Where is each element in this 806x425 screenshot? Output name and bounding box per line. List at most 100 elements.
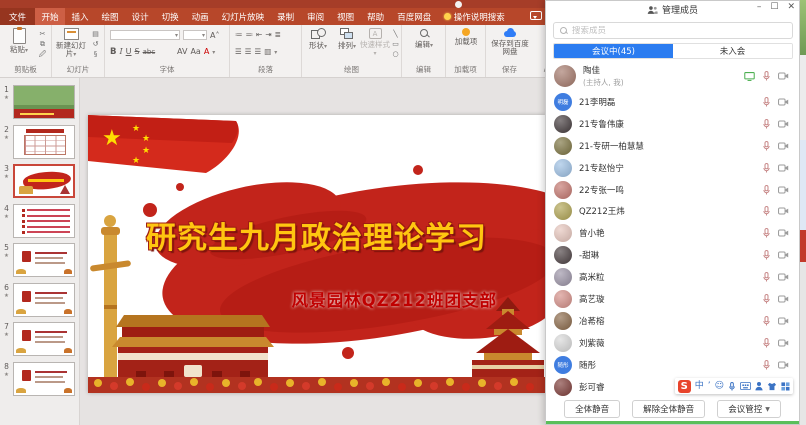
camera-off-icon[interactable] xyxy=(778,251,789,260)
comments-icon[interactable] xyxy=(530,11,542,20)
slide-subtitle[interactable]: 风景园林QZ212班团支部 xyxy=(292,287,497,311)
search-input[interactable] xyxy=(572,26,787,36)
tab-百度网盘[interactable]: 百度网盘 xyxy=(391,8,438,25)
camera-off-icon[interactable] xyxy=(778,163,789,172)
member-status-icons[interactable] xyxy=(762,359,789,370)
tab-审阅[interactable]: 审阅 xyxy=(301,8,331,25)
tab-视图[interactable]: 视图 xyxy=(331,8,361,25)
camera-off-icon[interactable] xyxy=(778,72,789,81)
member-status-icons[interactable] xyxy=(762,337,789,348)
tab-帮助[interactable]: 帮助 xyxy=(361,8,391,25)
slide-title[interactable]: 研究生九月政治理论学习 xyxy=(88,213,545,257)
mic-muted-icon[interactable] xyxy=(762,184,771,195)
close-button[interactable]: ✕ xyxy=(787,2,795,12)
unmute-all-button[interactable]: 解除全体静音 xyxy=(632,400,705,418)
member-list[interactable]: 陶佳(主持人, 我)明磊21李明磊21专鲁伟康21-专研一柏慧慧21专赵怡宁22… xyxy=(546,61,799,397)
member-row[interactable]: -甜琳 xyxy=(546,244,799,266)
mic-muted-icon[interactable] xyxy=(762,206,771,217)
editing-button[interactable]: 编辑▾ xyxy=(407,28,441,50)
voice-input-icon[interactable] xyxy=(728,381,736,392)
slide-thumbnail-7[interactable] xyxy=(13,322,75,356)
camera-off-icon[interactable] xyxy=(778,119,789,128)
font-btn-u[interactable]: U xyxy=(126,47,132,56)
member-row[interactable]: 刘紫薇 xyxy=(546,332,799,354)
screen-share-icon[interactable] xyxy=(744,71,755,81)
slide-thumbnail-6[interactable] xyxy=(13,283,75,317)
mic-muted-icon[interactable] xyxy=(762,71,771,82)
slide-thumbnail-5[interactable] xyxy=(13,243,75,277)
mic-muted-icon[interactable] xyxy=(762,162,771,173)
tab-设计[interactable]: 设计 xyxy=(125,8,155,25)
minimize-button[interactable]: – xyxy=(757,2,762,12)
camera-off-icon[interactable] xyxy=(778,338,789,347)
profile-icon[interactable] xyxy=(755,381,763,391)
member-row[interactable]: 陶佳(主持人, 我) xyxy=(546,61,799,91)
camera-off-icon[interactable] xyxy=(778,360,789,369)
camera-off-icon[interactable] xyxy=(778,273,789,282)
member-status-icons[interactable] xyxy=(762,118,789,129)
camera-off-icon[interactable] xyxy=(778,185,789,194)
tab-录制[interactable]: 录制 xyxy=(271,8,301,25)
member-status-icons[interactable] xyxy=(762,250,789,261)
section-icon[interactable]: § xyxy=(90,50,101,58)
font-btn-b[interactable]: B xyxy=(110,47,116,57)
font-style-buttons[interactable]: BIUSabc xyxy=(110,47,155,57)
member-row[interactable]: 高艺璇 xyxy=(546,288,799,310)
mic-muted-icon[interactable] xyxy=(762,250,771,261)
slide-thumbnail-1[interactable] xyxy=(13,85,75,119)
member-status-icons[interactable] xyxy=(762,162,789,173)
meeting-controls-button[interactable]: 会议管控▼ xyxy=(717,400,781,418)
slide-thumbnail-8[interactable] xyxy=(13,362,75,396)
font-name-box[interactable]: ▾ xyxy=(110,30,180,40)
quick-styles-button[interactable]: A 快速样式▾ xyxy=(360,28,390,58)
emoji-icon[interactable]: ☺ xyxy=(715,380,724,393)
copy-icon[interactable]: ⧉ xyxy=(37,40,48,48)
camera-off-icon[interactable] xyxy=(778,294,789,303)
mic-muted-icon[interactable] xyxy=(762,228,771,239)
member-status-icons[interactable] xyxy=(744,71,789,82)
tab-动画[interactable]: 动画 xyxy=(185,8,215,25)
shapes-button[interactable]: 形状▾ xyxy=(304,28,332,51)
mic-muted-icon[interactable] xyxy=(762,118,771,129)
member-row[interactable]: 21专赵怡宁 xyxy=(546,157,799,179)
member-row[interactable]: 曾小艳 xyxy=(546,222,799,244)
toolbox-icon[interactable] xyxy=(781,382,790,391)
keyboard-icon[interactable] xyxy=(740,382,751,390)
tell-me-search[interactable]: 操作说明搜索 xyxy=(438,8,511,25)
tab-切换[interactable]: 切换 xyxy=(155,8,185,25)
mic-muted-icon[interactable] xyxy=(762,315,771,326)
mic-muted-icon[interactable] xyxy=(762,337,771,348)
member-status-icons[interactable] xyxy=(762,140,789,151)
member-row[interactable]: 21专鲁伟康 xyxy=(546,113,799,135)
member-row[interactable]: 明磊21李明磊 xyxy=(546,91,799,113)
sogou-ime-toolbar[interactable]: S 中 ’ ☺ xyxy=(675,378,793,394)
tab-not-joined[interactable]: 未入会 xyxy=(673,44,792,58)
member-row[interactable]: 随彤随彤 xyxy=(546,354,799,376)
clipboard-small-buttons[interactable]: ✂ ⧉ 🖉 xyxy=(37,30,48,58)
member-status-icons[interactable] xyxy=(762,272,789,283)
font-btn-abc[interactable]: abc xyxy=(143,48,156,56)
member-status-icons[interactable] xyxy=(762,206,789,217)
save-baidu-button[interactable]: 保存到百度网盘 xyxy=(490,28,530,56)
member-row[interactable]: QZ212王炜 xyxy=(546,200,799,222)
new-slide-button[interactable]: 新建幻灯片▾ xyxy=(54,28,88,59)
camera-off-icon[interactable] xyxy=(778,229,789,238)
member-status-icons[interactable] xyxy=(762,184,789,195)
font-btn-s[interactable]: S xyxy=(135,47,140,56)
slide-thumbnail-panel[interactable]: 1★2★3★4★5★6★7★8★ xyxy=(0,78,80,425)
mic-muted-icon[interactable] xyxy=(762,272,771,283)
format-painter-icon[interactable]: 🖉 xyxy=(37,50,48,58)
slide-canvas[interactable]: ★ ★ ★ ★ ★ xyxy=(88,115,545,393)
font-grow-shrink[interactable]: A˄ xyxy=(210,31,219,40)
layout-icon[interactable]: ▤ xyxy=(90,30,101,38)
account-avatar[interactable] xyxy=(455,1,462,8)
camera-off-icon[interactable] xyxy=(778,316,789,325)
member-status-icons[interactable] xyxy=(762,96,789,107)
camera-off-icon[interactable] xyxy=(778,97,789,106)
font-color-buttons[interactable]: AVAaA▾ xyxy=(177,47,215,56)
member-search-box[interactable] xyxy=(553,22,793,39)
slide-thumbnail-3[interactable] xyxy=(13,164,75,198)
addins-button[interactable]: 加载项 xyxy=(449,28,483,46)
sogou-logo-icon[interactable]: S xyxy=(678,380,691,393)
mic-muted-icon[interactable] xyxy=(762,140,771,151)
